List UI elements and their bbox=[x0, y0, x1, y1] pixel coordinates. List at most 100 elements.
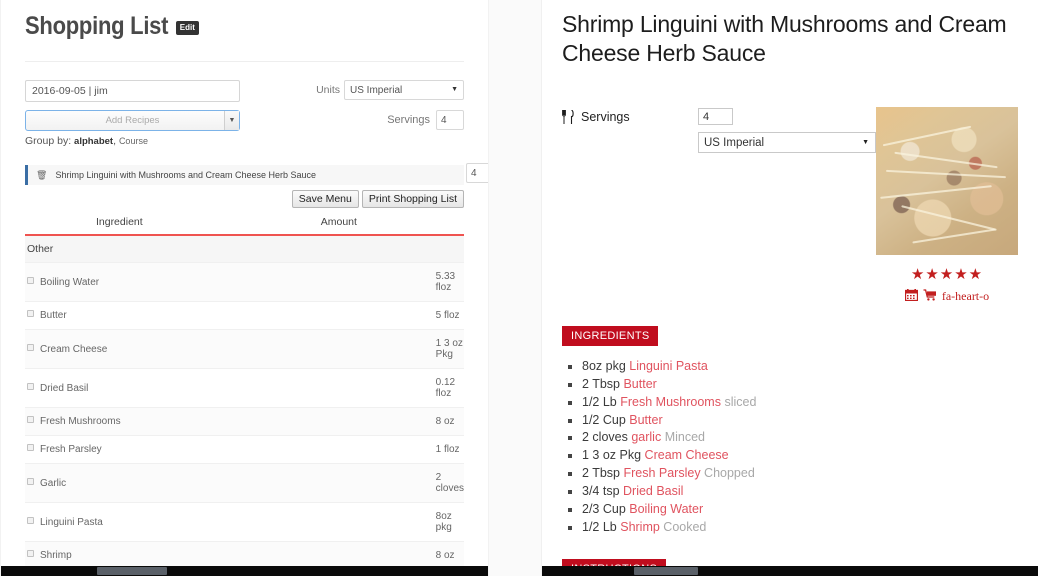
table-row[interactable]: Fresh Mushrooms 8 oz bbox=[25, 407, 464, 436]
ingredient-cell: Garlic bbox=[25, 463, 214, 503]
table-row[interactable]: Cream Cheese 1 3 oz Pkg bbox=[25, 329, 464, 369]
save-menu-button[interactable]: Save Menu bbox=[291, 190, 359, 208]
chevron-down-icon[interactable]: ▼ bbox=[224, 111, 239, 130]
recipe-photo bbox=[876, 106, 1018, 255]
recipe-servings-input[interactable] bbox=[698, 108, 733, 126]
list-item: 1/2 Lb Fresh Mushrooms sliced bbox=[582, 394, 1018, 411]
ingredient-name: Linguini Pasta bbox=[40, 516, 103, 528]
rating-stars[interactable]: ★★★★★ bbox=[876, 265, 1018, 283]
ingredient-cell: Linguini Pasta bbox=[25, 502, 214, 542]
recipe-panel: Shrimp Linguini with Mushrooms and Cream… bbox=[541, 0, 1038, 576]
ingredient-cell: Boiling Water bbox=[25, 262, 214, 302]
units-row: Units US Imperial ▼ bbox=[249, 80, 464, 100]
ingredient-name: Dried Basil bbox=[40, 382, 89, 394]
recipe-units-select[interactable]: US Imperial ▼ bbox=[698, 132, 876, 154]
group-by-alphabet[interactable]: alphabet bbox=[74, 136, 113, 147]
ingredient-name: Fresh Parsley bbox=[40, 444, 102, 455]
ingredient-cell: Fresh Parsley bbox=[25, 435, 214, 464]
column-header-ingredient: Ingredient bbox=[95, 216, 143, 228]
checkbox-icon[interactable] bbox=[27, 516, 34, 524]
ingredient-cell: Cream Cheese bbox=[25, 329, 214, 369]
ingredient-note: Cooked bbox=[659, 519, 707, 534]
group-by-course[interactable]: Course bbox=[119, 136, 148, 146]
ingredient-name: Cream Cheese bbox=[40, 343, 108, 355]
heart-icon-label[interactable]: fa-heart-o bbox=[942, 289, 989, 304]
list-item: 8oz pkg Linguini Pasta bbox=[582, 358, 1018, 375]
scrollbar-thumb[interactable] bbox=[97, 567, 167, 575]
ingredient-name[interactable]: Butter bbox=[629, 413, 662, 427]
ingredient-name[interactable]: Fresh Mushrooms bbox=[620, 395, 721, 409]
checkbox-icon[interactable] bbox=[27, 343, 34, 351]
chevron-down-icon: ▼ bbox=[862, 139, 869, 147]
amount-cell: 8 oz bbox=[213, 541, 464, 569]
ingredient-name[interactable]: Boiling Water bbox=[629, 502, 703, 516]
ingredient-cell: Shrimp bbox=[25, 541, 214, 569]
ingredients-list: 8oz pkg Linguini Pasta 2 Tbsp Butter 1/2… bbox=[562, 358, 1018, 536]
menu-recipe-qty-input[interactable] bbox=[466, 163, 488, 183]
units-value: US Imperial bbox=[350, 84, 403, 96]
add-recipes-select[interactable]: Add Recipes ▼ bbox=[25, 110, 240, 131]
amount-cell: 8 oz bbox=[213, 407, 464, 436]
print-shopping-list-button[interactable]: Print Shopping List bbox=[361, 190, 464, 208]
checkbox-icon[interactable] bbox=[27, 477, 34, 485]
checkbox-icon[interactable] bbox=[27, 444, 34, 451]
shopping-list-table: Ingredient Amount Other Boiling Water 5.… bbox=[25, 214, 464, 569]
recipe-units-value: US Imperial bbox=[704, 136, 765, 149]
amount-cell: 1 3 oz Pkg bbox=[213, 329, 464, 369]
amount-cell: 8oz pkg bbox=[213, 502, 464, 542]
servings-row: Servings bbox=[249, 110, 464, 130]
menu-name-input[interactable] bbox=[25, 80, 240, 102]
table-row[interactable]: Dried Basil 0.12 floz bbox=[25, 368, 464, 408]
ingredient-qty: 2 cloves bbox=[582, 430, 632, 445]
servings-input[interactable] bbox=[436, 110, 464, 130]
ingredient-cell: Fresh Mushrooms bbox=[25, 407, 214, 436]
table-row[interactable]: Butter 5 floz bbox=[25, 301, 464, 330]
ingredient-name[interactable]: Butter bbox=[623, 377, 656, 391]
checkbox-icon[interactable] bbox=[27, 416, 34, 423]
ingredient-note: Chopped bbox=[700, 466, 755, 481]
scrollbar-thumb[interactable] bbox=[634, 567, 698, 575]
action-buttons: Save Menu Print Shopping List bbox=[25, 190, 464, 208]
trash-icon[interactable]: 🗑 bbox=[36, 170, 47, 181]
units-select[interactable]: US Imperial ▼ bbox=[344, 80, 464, 100]
ingredient-name[interactable]: garlic bbox=[631, 430, 661, 444]
ingredient-name[interactable]: Fresh Parsley bbox=[623, 466, 700, 480]
amount-cell: 5 floz bbox=[213, 301, 464, 330]
menu-recipe-name: Shrimp Linguini with Mushrooms and Cream… bbox=[55, 170, 317, 180]
table-row[interactable]: Fresh Parsley 1 floz bbox=[25, 435, 464, 464]
ingredient-qty: 8oz pkg bbox=[582, 358, 630, 373]
group-by-sep: , bbox=[113, 135, 117, 147]
list-item: 2 cloves garlic Minced bbox=[582, 429, 1018, 446]
checkbox-icon[interactable] bbox=[27, 276, 34, 284]
menu-recipe-row[interactable]: 🗑 Shrimp Linguini with Mushrooms and Cre… bbox=[25, 163, 488, 185]
table-body: Other Boiling Water 5.33 floz Butter 5 f… bbox=[25, 235, 464, 569]
ingredient-qty: 2 Tbsp bbox=[582, 376, 624, 391]
ingredient-name[interactable]: Linguini Pasta bbox=[629, 359, 708, 373]
ingredient-name: Fresh Mushrooms bbox=[40, 416, 121, 427]
list-item: 3/4 tsp Dried Basil bbox=[582, 483, 1018, 500]
ingredient-name: Garlic bbox=[40, 477, 67, 489]
ingredient-note: Minced bbox=[661, 430, 705, 445]
table-row[interactable]: Shrimp 8 oz bbox=[25, 541, 464, 569]
checkbox-icon[interactable] bbox=[27, 310, 34, 317]
ingredient-name[interactable]: Cream Cheese bbox=[645, 448, 729, 462]
edit-button[interactable]: Edit bbox=[175, 21, 199, 35]
group-row: Other bbox=[25, 235, 464, 263]
checkbox-icon[interactable] bbox=[27, 382, 34, 390]
servings-label: Servings bbox=[581, 109, 630, 124]
list-item: 1/2 Cup Butter bbox=[582, 412, 1018, 429]
calendar-icon[interactable] bbox=[904, 288, 918, 304]
ingredient-name[interactable]: Dried Basil bbox=[623, 484, 683, 498]
ingredient-name[interactable]: Shrimp bbox=[620, 520, 660, 534]
table-row[interactable]: Boiling Water 5.33 floz bbox=[25, 262, 464, 302]
column-header-amount: Amount bbox=[320, 216, 357, 228]
checkbox-icon[interactable] bbox=[27, 550, 34, 557]
right-panel-horizontal-scrollbar[interactable] bbox=[542, 566, 1038, 576]
left-panel-horizontal-scrollbar[interactable] bbox=[1, 566, 488, 576]
shopping-cart-icon[interactable] bbox=[923, 289, 937, 304]
table-row[interactable]: Linguini Pasta 8oz pkg bbox=[25, 502, 464, 542]
table-row[interactable]: Garlic 2 cloves bbox=[25, 463, 464, 503]
list-item: 2/3 Cup Boiling Water bbox=[582, 501, 1018, 518]
ingredients-badge: INGREDIENTS bbox=[562, 325, 659, 346]
page-title: Shopping List bbox=[25, 12, 169, 40]
